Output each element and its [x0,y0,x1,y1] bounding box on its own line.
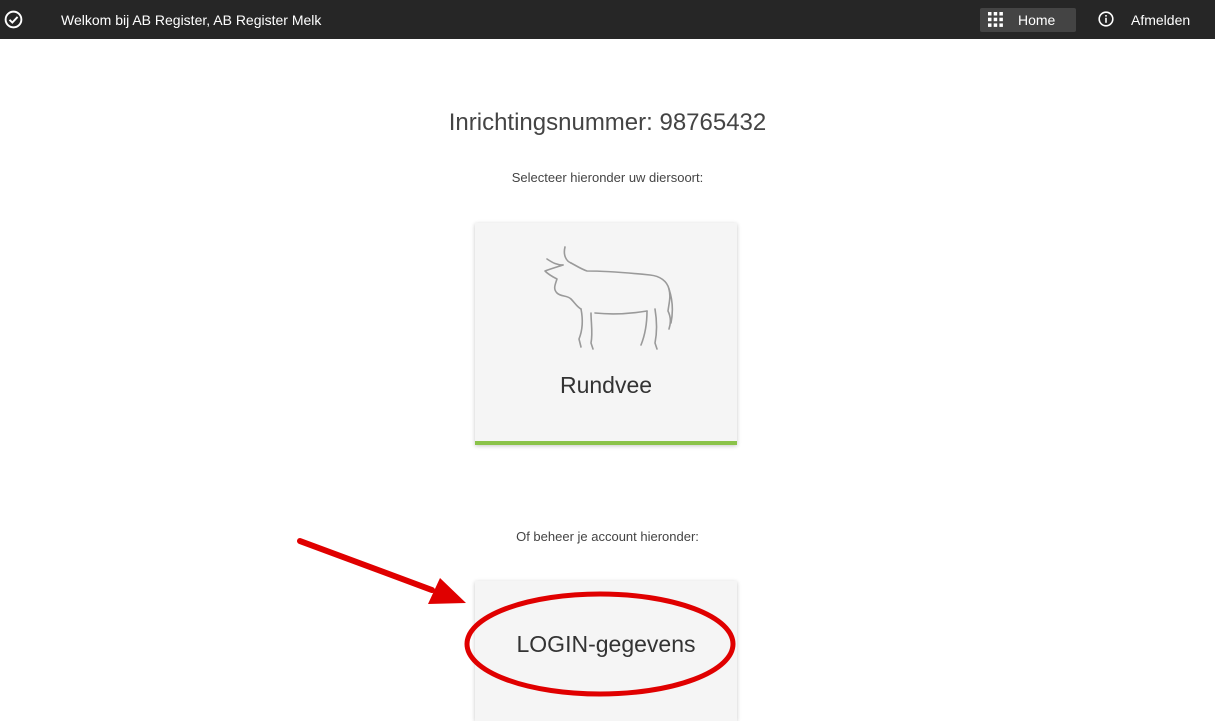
welcome-text: Welkom bij AB Register, AB Register Melk [61,12,322,28]
grid-icon [988,12,1003,27]
cow-icon [544,246,674,350]
account-prompt: Of beheer je account hieronder: [516,529,699,544]
animal-tile-rundvee[interactable]: Rundvee [475,223,737,445]
home-button[interactable]: Home [980,8,1076,32]
rundvee-label: Rundvee [559,372,653,398]
annotation-arrow [297,538,435,593]
home-label: Home [1018,12,1056,28]
logout-label: Afmelden [1131,12,1191,28]
select-prompt: Selecteer hieronder uw diersoort: [511,170,704,185]
top-bar: Welkom bij AB Register, AB Register Melk… [0,0,1215,39]
check-circle-icon [4,10,23,29]
page-title: Inrichtingsnummer: 98765432 [448,109,767,136]
annotation-arrowhead [428,578,466,604]
info-circle-icon [1098,11,1114,27]
login-details-label: LOGIN-gegevens [516,631,696,657]
login-details-tile[interactable]: LOGIN-gegevens [475,581,737,721]
